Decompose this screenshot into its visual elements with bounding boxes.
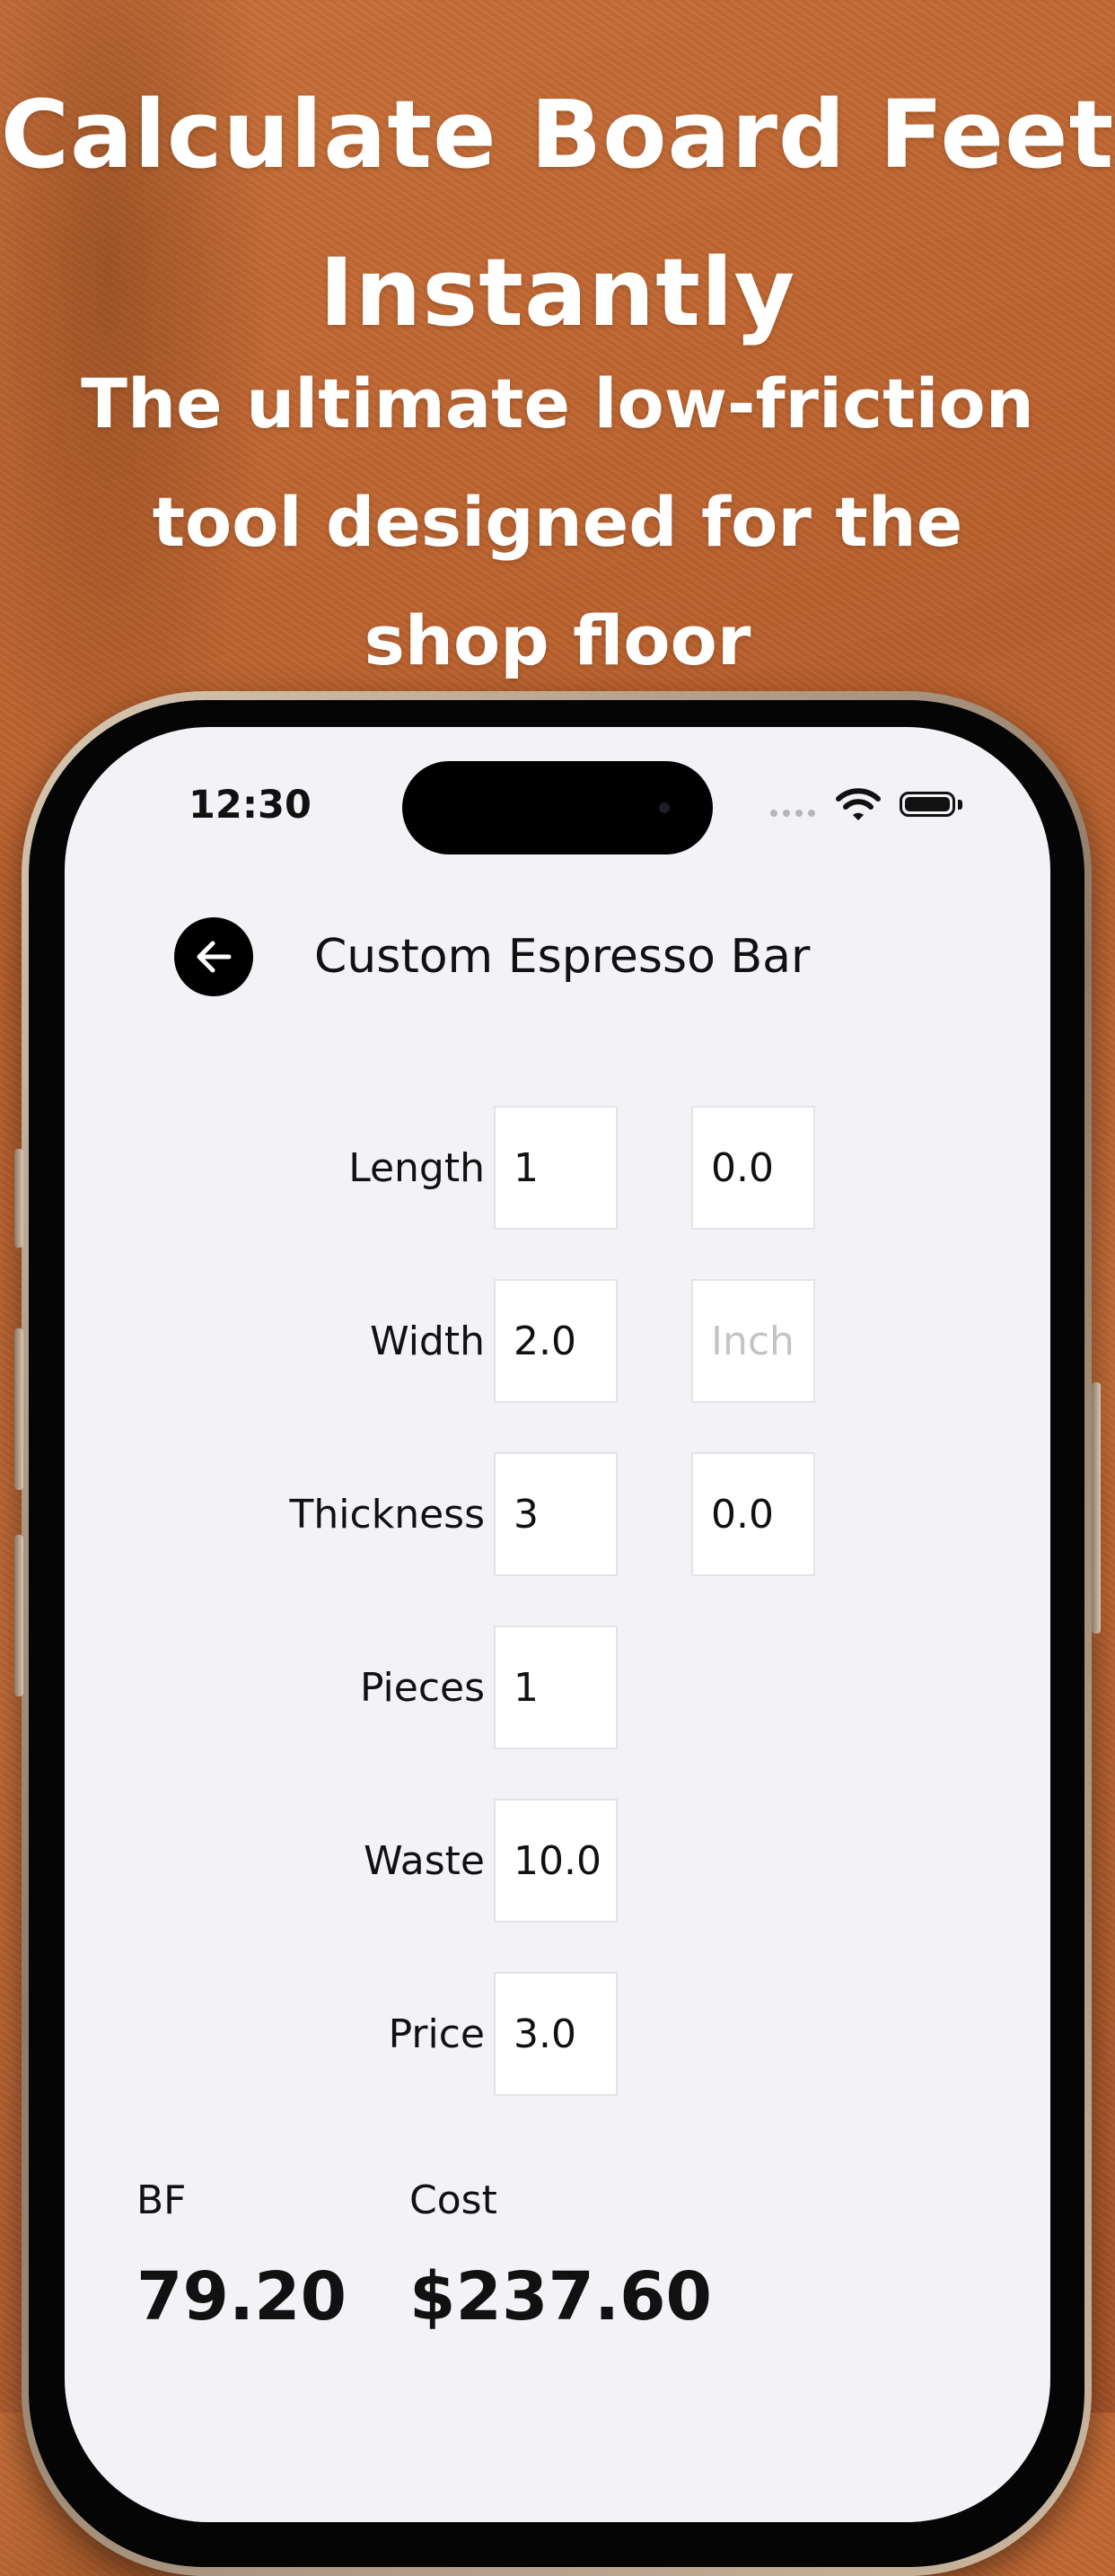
- phone-silent-switch: [14, 1149, 23, 1248]
- camera-icon: [659, 802, 670, 813]
- waste-input[interactable]: 10.0: [494, 1799, 618, 1923]
- width-row: Width 2.0 Inch: [65, 1279, 1050, 1403]
- bf-value: 79.20: [136, 2258, 347, 2335]
- pieces-row: Pieces 1: [65, 1625, 1050, 1749]
- length-label: Length: [348, 1145, 485, 1191]
- dynamic-island: [402, 761, 713, 854]
- wifi-icon: [836, 788, 881, 820]
- width-label: Width: [370, 1319, 485, 1364]
- promo-subheadline: The ultimate low-friction tool designed …: [81, 364, 1034, 680]
- signal-icon: [770, 810, 815, 817]
- cost-value: $237.60: [409, 2258, 713, 2335]
- promo-headline: Calculate Board Feet Instantly: [0, 80, 1115, 347]
- price-input[interactable]: 3.0: [494, 1972, 618, 2096]
- battery-icon: [900, 792, 955, 817]
- app-screen: 12:30 Custom Espresso Bar Length 1 0.0 W…: [65, 727, 1050, 2522]
- bf-label: BF: [136, 2177, 187, 2223]
- phone-volume-up: [14, 1328, 23, 1490]
- price-row: Price 3.0: [65, 1972, 1050, 2096]
- length-row: Length 1 0.0: [65, 1106, 1050, 1230]
- width-inch-input[interactable]: Inch: [691, 1279, 815, 1403]
- pieces-label: Pieces: [359, 1665, 485, 1711]
- back-button[interactable]: [174, 917, 253, 996]
- length-inch-input[interactable]: 0.0: [691, 1106, 815, 1230]
- price-label: Price: [388, 2011, 485, 2057]
- waste-label: Waste: [364, 1838, 485, 1884]
- pieces-input[interactable]: 1: [494, 1625, 618, 1749]
- phone-power-button: [1092, 1382, 1101, 1634]
- waste-row: Waste 10.0: [65, 1799, 1050, 1923]
- arrow-left-icon: [197, 941, 232, 973]
- thickness-row: Thickness 3 0.0: [65, 1452, 1050, 1576]
- phone-volume-down: [14, 1535, 23, 1696]
- thickness-input[interactable]: 3: [494, 1452, 618, 1576]
- width-input[interactable]: 2.0: [494, 1279, 618, 1403]
- status-time: 12:30: [189, 783, 312, 828]
- cost-label: Cost: [409, 2177, 497, 2223]
- thickness-label: Thickness: [289, 1492, 485, 1538]
- page-title: Custom Espresso Bar: [314, 930, 811, 984]
- length-feet-input[interactable]: 1: [494, 1106, 618, 1230]
- thickness-secondary-input[interactable]: 0.0: [691, 1452, 815, 1576]
